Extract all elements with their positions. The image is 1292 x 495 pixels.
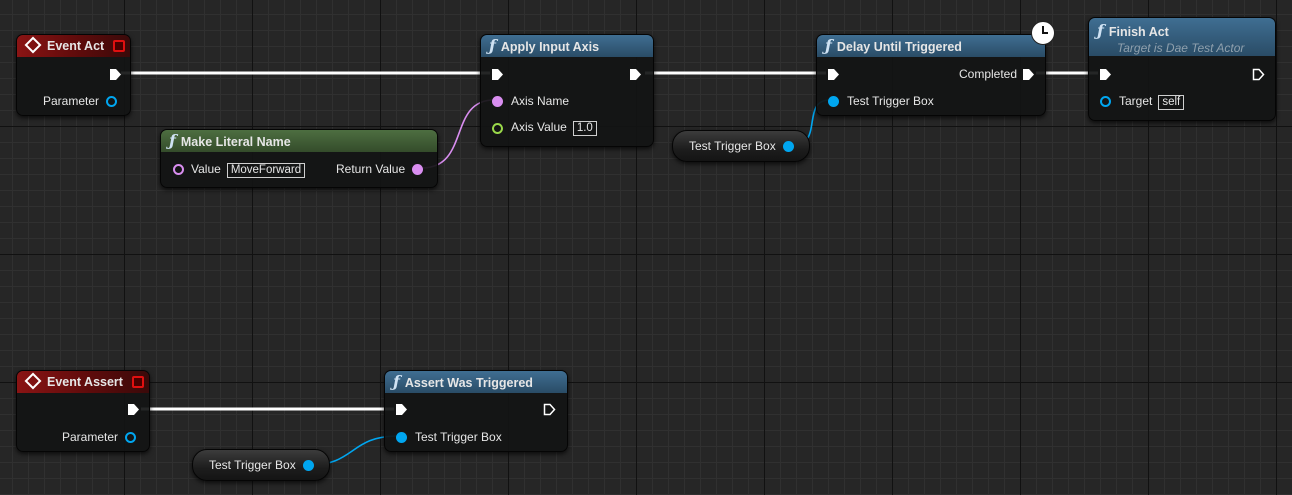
parameter-pin[interactable] xyxy=(125,432,136,443)
parameter-row: Parameter xyxy=(43,94,99,108)
delay-header[interactable]: ƒ Delay Until Triggered xyxy=(817,35,1045,57)
make-literal-name-node[interactable]: ƒ Make Literal Name Value MoveForward Retu… xyxy=(160,129,438,188)
target-row: Target self xyxy=(1119,94,1185,110)
variable-out-pin[interactable] xyxy=(783,141,794,152)
event-act-header[interactable]: Event Act xyxy=(17,35,130,57)
event-assert-node[interactable]: Event Assert Parameter xyxy=(16,370,150,452)
axis-value-label: Axis Value xyxy=(511,120,567,134)
function-icon: ƒ xyxy=(825,36,832,55)
axis-name-pin[interactable] xyxy=(492,96,503,107)
exec-out-pin[interactable] xyxy=(127,403,140,416)
function-icon: ƒ xyxy=(1097,21,1104,40)
return-value-pin[interactable] xyxy=(412,164,423,175)
event-act-title: Event Act xyxy=(47,39,105,53)
trigger-box-label: Test Trigger Box xyxy=(415,430,502,444)
finish-act-header[interactable]: ƒ Finish Act Target is Dae Test Actor xyxy=(1089,18,1275,56)
value-pin[interactable] xyxy=(173,164,184,175)
target-input[interactable]: self xyxy=(1158,95,1185,110)
target-label: Target xyxy=(1119,94,1153,108)
function-icon: ƒ xyxy=(393,372,400,391)
event-diamond-icon xyxy=(24,372,42,390)
event-act-node[interactable]: Event Act Parameter xyxy=(16,34,131,116)
completed-exec-pin[interactable] xyxy=(1022,68,1035,81)
exec-out-pin[interactable] xyxy=(543,403,556,416)
trigger-box-pin[interactable] xyxy=(828,96,839,107)
function-icon: ƒ xyxy=(489,36,496,55)
trigger-box-row: Test Trigger Box xyxy=(847,94,934,108)
exec-in-pin[interactable] xyxy=(1099,68,1112,81)
value-label: Value xyxy=(191,162,221,176)
event-assert-header[interactable]: Event Assert xyxy=(17,371,149,393)
parameter-pin[interactable] xyxy=(106,96,117,107)
finish-act-subtitle: Target is Dae Test Actor xyxy=(1117,41,1245,55)
trigger-box-row: Test Trigger Box xyxy=(415,430,502,444)
exec-in-pin[interactable] xyxy=(395,403,408,416)
assert-was-triggered-node[interactable]: ƒ Assert Was Triggered Test Trigger Box xyxy=(384,370,568,452)
exec-out-pin[interactable] xyxy=(1252,68,1265,81)
test-trigger-box-variable[interactable]: Test Trigger Box xyxy=(672,130,810,162)
event-assert-title: Event Assert xyxy=(47,375,123,389)
completed-row: Completed xyxy=(959,67,1017,81)
function-icon: ƒ xyxy=(169,131,176,150)
parameter-row: Parameter xyxy=(62,430,118,444)
assert-title: Assert Was Triggered xyxy=(404,376,533,390)
value-input[interactable]: MoveForward xyxy=(226,163,306,178)
target-pin[interactable] xyxy=(1100,96,1111,107)
variable-out-pin[interactable] xyxy=(303,460,314,471)
delay-until-triggered-node[interactable]: ƒ Delay Until Triggered Completed Test Tr… xyxy=(816,34,1046,116)
return-value-row: Return Value xyxy=(336,162,405,176)
axis-value-pin[interactable] xyxy=(492,123,503,134)
event-diamond-icon xyxy=(24,36,42,54)
make-literal-title: Make Literal Name xyxy=(180,135,291,149)
apply-input-header[interactable]: ƒ Apply Input Axis xyxy=(481,35,653,57)
axis-name-row: Axis Name xyxy=(511,94,569,108)
test-trigger-box-variable[interactable]: Test Trigger Box xyxy=(192,449,330,481)
parameter-label: Parameter xyxy=(43,94,100,108)
apply-input-axis-node[interactable]: ƒ Apply Input Axis Axis Name Axis Value 1.… xyxy=(480,34,654,147)
value-row: Value MoveForward xyxy=(191,162,306,178)
event-delegate-icon xyxy=(132,376,144,388)
variable-label: Test Trigger Box xyxy=(689,139,776,153)
exec-in-pin[interactable] xyxy=(827,68,840,81)
delay-title: Delay Until Triggered xyxy=(836,40,962,54)
event-delegate-icon xyxy=(113,40,125,52)
completed-label: Completed xyxy=(959,67,1018,81)
return-value-label: Return Value xyxy=(336,162,406,176)
assert-header[interactable]: ƒ Assert Was Triggered xyxy=(385,371,567,393)
finish-act-node[interactable]: ƒ Finish Act Target is Dae Test Actor Tar… xyxy=(1088,17,1276,121)
trigger-box-pin[interactable] xyxy=(396,432,407,443)
clock-icon xyxy=(1031,21,1055,45)
exec-out-pin[interactable] xyxy=(629,68,642,81)
axis-value-row: Axis Value 1.0 xyxy=(511,120,597,136)
trigger-box-label: Test Trigger Box xyxy=(847,94,934,108)
axis-name-label: Axis Name xyxy=(511,94,570,108)
apply-input-title: Apply Input Axis xyxy=(500,40,600,54)
make-literal-header[interactable]: ƒ Make Literal Name xyxy=(161,130,437,152)
variable-label: Test Trigger Box xyxy=(209,458,296,472)
parameter-label: Parameter xyxy=(62,430,119,444)
exec-in-pin[interactable] xyxy=(491,68,504,81)
axis-value-input[interactable]: 1.0 xyxy=(572,121,597,136)
exec-out-pin[interactable] xyxy=(109,68,122,81)
